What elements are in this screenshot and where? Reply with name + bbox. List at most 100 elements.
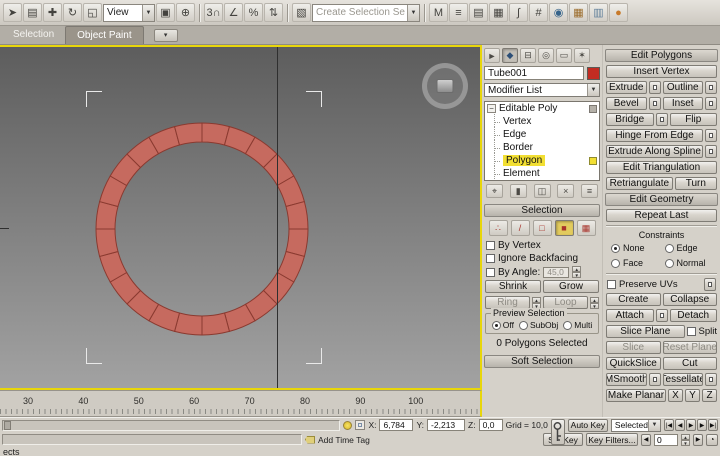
edit-named-selection-sets-icon[interactable]: ▧: [292, 3, 311, 22]
x-coordinate-field[interactable]: 6,784: [379, 419, 413, 431]
time-slider-track[interactable]: [2, 420, 340, 431]
shrink-button[interactable]: Shrink: [485, 280, 541, 293]
add-time-tag-button[interactable]: Add Time Tag: [318, 435, 370, 445]
stack-item-edge[interactable]: Edge: [485, 128, 599, 141]
repeat-last-button[interactable]: Repeat Last: [606, 209, 717, 222]
curve-editor-icon[interactable]: ∫: [509, 3, 528, 22]
next-key-button[interactable]: ▶: [693, 434, 703, 446]
transform-typein-mode-icon[interactable]: [355, 420, 365, 430]
slice-button[interactable]: Slice: [606, 341, 661, 354]
material-editor-icon[interactable]: ◉: [549, 3, 568, 22]
make-planar-y-button[interactable]: Y: [685, 389, 700, 402]
viewcube[interactable]: [422, 63, 468, 109]
select-and-manipulate-icon[interactable]: ⊕: [176, 3, 195, 22]
adaptive-degradation-icon[interactable]: [343, 421, 352, 430]
flip-button[interactable]: Flip: [670, 113, 718, 126]
by-vertex-checkbox[interactable]: By Vertex: [486, 240, 598, 251]
attach-settings-button[interactable]: [656, 309, 668, 322]
loop-spinner[interactable]: ▲▼: [590, 297, 599, 309]
msmooth-button[interactable]: MSmooth: [606, 373, 647, 386]
auto-key-button[interactable]: Auto Key: [568, 419, 608, 432]
percent-snap-icon[interactable]: %: [244, 3, 263, 22]
z-coordinate-field[interactable]: 0,0: [479, 419, 503, 431]
set-keys-button[interactable]: [551, 419, 565, 445]
split-checkbox[interactable]: Split: [687, 326, 717, 337]
utilities-tab[interactable]: ✶: [574, 48, 590, 63]
polygon-mode-button[interactable]: ■: [555, 220, 574, 236]
use-pivot-point-center-icon[interactable]: ▣: [156, 3, 175, 22]
y-coordinate-field[interactable]: -2,213: [427, 419, 465, 431]
preview-multi-radio[interactable]: Multi: [563, 320, 592, 330]
bridge-settings-button[interactable]: [656, 113, 668, 126]
edit-geometry-rollout-header[interactable]: Edit Geometry: [605, 193, 718, 206]
current-frame-field[interactable]: 0: [654, 434, 678, 446]
stack-item-border[interactable]: Border: [485, 141, 599, 154]
object-name-field[interactable]: Tube001: [484, 66, 584, 80]
stack-item-polygon[interactable]: Polygon: [485, 154, 599, 167]
extrude-button[interactable]: Extrude: [606, 81, 647, 94]
track-bar[interactable]: 30405060708090100: [0, 390, 482, 417]
select-by-name-icon[interactable]: ▤: [23, 3, 42, 22]
edit-triangulation-button[interactable]: Edit Triangulation: [606, 161, 717, 174]
collapse-button[interactable]: Collapse: [663, 293, 718, 306]
reset-plane-button[interactable]: Reset Plane: [663, 341, 718, 354]
display-tab[interactable]: ▭: [556, 48, 572, 63]
extrude-along-spline-button[interactable]: Extrude Along Spline: [606, 145, 703, 158]
make-planar-z-button[interactable]: Z: [702, 389, 717, 402]
render-setup-icon[interactable]: ▦: [569, 3, 588, 22]
stack-item-element[interactable]: Element: [485, 167, 599, 180]
make-unique-button[interactable]: ◫: [534, 184, 551, 198]
select-and-move-icon[interactable]: ✚: [43, 3, 62, 22]
outline-button[interactable]: Outline: [663, 81, 704, 94]
outline-settings-button[interactable]: [705, 81, 717, 94]
ribbon-minimize-button[interactable]: ▾: [154, 29, 178, 42]
hierarchy-tab[interactable]: ⊟: [520, 48, 536, 63]
constraint-face-radio[interactable]: Face: [611, 258, 659, 268]
reference-coordinate-system-combo[interactable]: View▼: [103, 4, 155, 22]
graphite-ribbon-icon[interactable]: ▦: [489, 3, 508, 22]
msmooth-settings-button[interactable]: [649, 373, 661, 386]
soft-selection-rollout-header[interactable]: Soft Selection: [484, 355, 600, 368]
viewport[interactable]: [0, 45, 482, 390]
named-selection-set-combo[interactable]: Create Selection Se▼: [312, 4, 420, 22]
slice-plane-button[interactable]: Slice Plane: [606, 325, 685, 338]
preview-subobj-radio[interactable]: SubObj: [519, 320, 558, 330]
turn-button[interactable]: Turn: [675, 177, 717, 190]
show-end-result-button[interactable]: ▮: [510, 184, 527, 198]
hinge-settings-button[interactable]: [705, 129, 717, 142]
select-and-scale-icon[interactable]: ◱: [83, 3, 102, 22]
collapse-icon[interactable]: −: [487, 104, 496, 113]
key-filters-button[interactable]: Key Filters...: [586, 433, 638, 446]
rendered-frame-icon[interactable]: ▥: [589, 3, 608, 22]
bridge-button[interactable]: Bridge: [606, 113, 654, 126]
stack-item-vertex[interactable]: Vertex: [485, 115, 599, 128]
preserve-uvs-checkbox[interactable]: Preserve UVs: [607, 278, 716, 291]
configure-modifier-sets-button[interactable]: ≡: [581, 184, 598, 198]
constraint-edge-radio[interactable]: Edge: [665, 243, 713, 253]
preserve-uvs-settings-button[interactable]: [704, 278, 716, 291]
angle-snap-icon[interactable]: ∠: [224, 3, 243, 22]
time-configuration-button[interactable]: ◔: [706, 434, 718, 446]
time-slider-handle[interactable]: [4, 421, 11, 430]
attach-button[interactable]: Attach: [606, 309, 654, 322]
ribbon-tab-object-paint[interactable]: Object Paint: [65, 26, 143, 44]
object-color-swatch[interactable]: [587, 67, 600, 80]
insert-vertex-button[interactable]: Insert Vertex: [606, 65, 717, 78]
ignore-backfacing-checkbox[interactable]: Ignore Backfacing: [486, 253, 598, 264]
snaps-toggle-icon[interactable]: 3∩: [204, 3, 223, 22]
spinner-snap-icon[interactable]: ⇅: [264, 3, 283, 22]
edit-polygons-rollout-header[interactable]: Edit Polygons: [605, 49, 718, 62]
previous-frame-button[interactable]: ◀: [675, 419, 685, 431]
previous-key-button[interactable]: ◀: [641, 434, 651, 446]
go-to-end-button[interactable]: ▶|: [708, 419, 718, 431]
quickslice-button[interactable]: QuickSlice: [606, 357, 661, 370]
play-button[interactable]: ▶: [686, 419, 696, 431]
bevel-settings-button[interactable]: [649, 97, 661, 110]
stack-item-editable-poly[interactable]: − Editable Poly: [485, 102, 599, 115]
layer-manager-icon[interactable]: ▤: [469, 3, 488, 22]
frame-spinner[interactable]: ▲▼: [681, 434, 690, 446]
element-mode-button[interactable]: ▦: [577, 220, 596, 236]
modifier-list-dropdown[interactable]: Modifier List ▼: [484, 83, 600, 97]
by-angle-field[interactable]: 45,0: [543, 267, 569, 278]
schematic-view-icon[interactable]: #: [529, 3, 548, 22]
